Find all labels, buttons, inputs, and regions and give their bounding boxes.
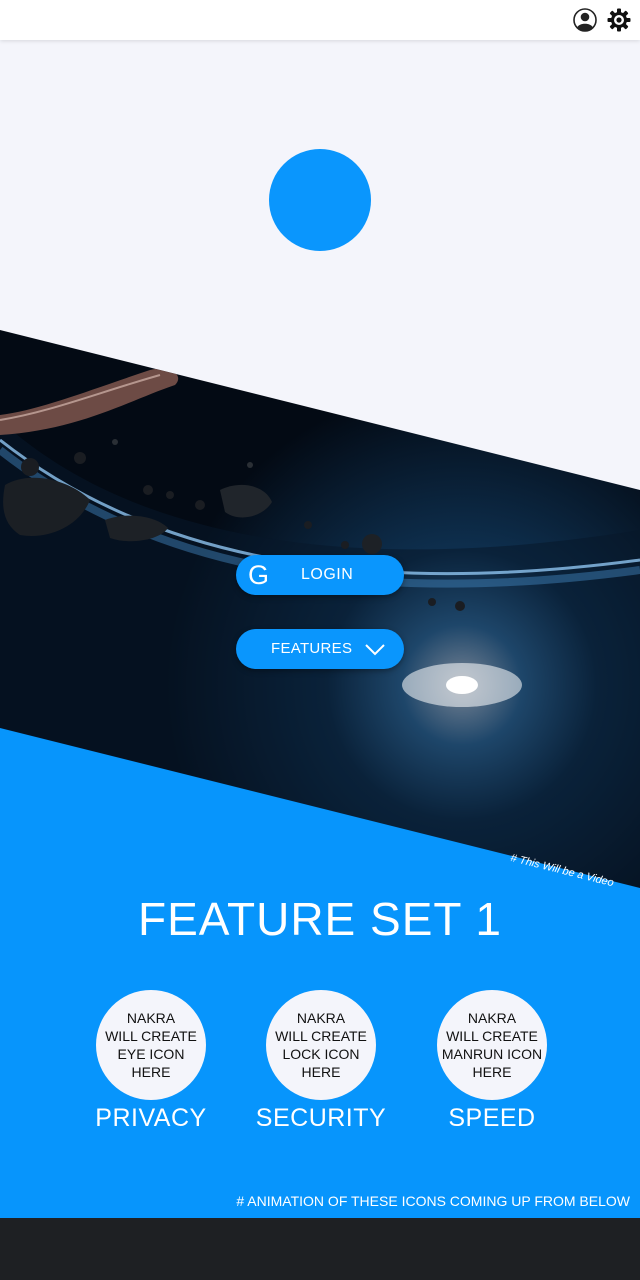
eye-icon-placeholder: NAKRA WILL CREATE EYE ICON HERE [96,990,206,1100]
feature-label-privacy: PRIVACY [95,1104,207,1132]
logo-circle [269,149,371,251]
login-label: LOGIN [301,566,354,583]
gear-icon[interactable] [607,8,631,32]
top-bar [0,0,640,40]
feature-set-title: FEATURE SET 1 [137,893,503,945]
feature-label-security: SECURITY [255,1104,387,1132]
feature-placeholder-text: NAKRA WILL CREATE EYE ICON HERE [105,1010,197,1080]
footer [0,1218,640,1280]
feature-privacy: NAKRA WILL CREATE EYE ICON HERE PRIVACY [81,990,221,1140]
manrun-icon-placeholder: NAKRA WILL CREATE MANRUN ICON HERE [437,990,547,1100]
animation-note: # ANIMATION OF THESE ICONS COMING UP FRO… [236,1193,630,1209]
feature-speed: NAKRA WILL CREATE MANRUN ICON HERE SPEED [422,990,562,1140]
feature-security: NAKRA WILL CREATE LOCK ICON HERE SECURIT… [251,990,391,1140]
feature-label-speed: SPEED [448,1104,536,1132]
user-circle-icon[interactable] [573,8,597,32]
chevron-down-icon [365,644,385,656]
features-label: FEATURES [271,640,353,657]
feature-placeholder-text: NAKRA WILL CREATE LOCK ICON HERE [275,1010,367,1080]
google-g-icon: G [248,560,270,590]
lock-icon-placeholder: NAKRA WILL CREATE LOCK ICON HERE [266,990,376,1100]
login-button[interactable]: G LOGIN [236,555,404,595]
feature-placeholder-text: NAKRA WILL CREATE MANRUN ICON HERE [441,1010,543,1080]
features-button[interactable]: FEATURES [236,629,404,669]
